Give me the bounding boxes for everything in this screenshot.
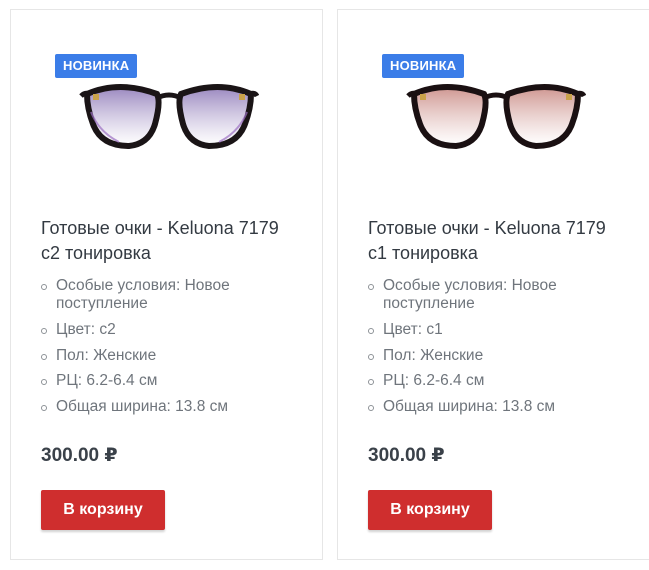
spec-text-cont: поступление bbox=[383, 295, 475, 312]
spec-text: Общая ширина: 13.8 см bbox=[56, 398, 229, 416]
bullet-icon bbox=[368, 405, 374, 412]
spec-text-cont: поступление bbox=[56, 295, 148, 312]
spec-item: Цвет: c2 bbox=[41, 321, 301, 339]
bullet-icon bbox=[41, 284, 47, 290]
product-title-line2[interactable]: c2 тонировка bbox=[41, 243, 151, 263]
spec-item: Пол: Женские bbox=[368, 347, 628, 365]
spec-text: РЦ: 6.2-6.4 см bbox=[56, 372, 158, 390]
product-title[interactable]: Готовые очки - Keluona 7179 c2 тонировка bbox=[41, 216, 311, 266]
product-specs: Особые условия: Новое поступление Цвет: c… bbox=[41, 277, 301, 424]
spec-text: Общая ширина: 13.8 см bbox=[383, 398, 556, 416]
spec-text: Особые условия: Новое bbox=[56, 277, 230, 294]
spec-item: Цвет: c1 bbox=[368, 321, 628, 339]
spec-text: Цвет: c2 bbox=[56, 320, 116, 338]
product-card[interactable]: НОВИНКА Готовые очки - Keluona 7179 c2 т… bbox=[10, 9, 323, 560]
product-specs: Особые условия: Новое поступление Цвет: c… bbox=[368, 277, 628, 424]
spec-text: Цвет: c1 bbox=[383, 320, 443, 338]
spec-item: Особые условия: Новое поступление bbox=[41, 277, 301, 313]
product-image-glasses-icon[interactable] bbox=[79, 72, 259, 172]
product-grid: НОВИНКА Готовые очки - Keluona 7179 c2 т… bbox=[0, 0, 649, 570]
product-title-line1[interactable]: Готовые очки - Keluona 7179 bbox=[41, 218, 279, 238]
spec-text: РЦ: 6.2-6.4 см bbox=[383, 372, 485, 390]
product-title-line2[interactable]: c1 тонировка bbox=[368, 243, 478, 263]
bullet-icon bbox=[41, 353, 47, 360]
bullet-icon bbox=[368, 379, 374, 386]
product-price: 300.00 ₽ bbox=[41, 445, 118, 466]
spec-text: Особые условия: Новое bbox=[383, 277, 557, 294]
spec-item: Общая ширина: 13.8 см bbox=[41, 398, 301, 416]
bullet-icon bbox=[368, 327, 374, 334]
product-image-glasses-icon[interactable] bbox=[406, 72, 586, 172]
spec-item: Особые условия: Новое поступление bbox=[368, 277, 628, 313]
bullet-icon bbox=[368, 353, 374, 360]
new-badge: НОВИНКА bbox=[382, 54, 465, 78]
spec-item: РЦ: 6.2-6.4 см bbox=[41, 372, 301, 390]
bullet-icon bbox=[368, 284, 374, 290]
bullet-icon bbox=[41, 327, 47, 334]
bullet-icon bbox=[41, 405, 47, 412]
product-price: 300.00 ₽ bbox=[368, 445, 445, 466]
product-card[interactable]: НОВИНКА Готовые очки - Keluona 7179 c1 т… bbox=[337, 9, 649, 560]
spec-item: РЦ: 6.2-6.4 см bbox=[368, 372, 628, 390]
add-to-cart-button[interactable]: В корзину bbox=[368, 490, 492, 530]
add-to-cart-button[interactable]: В корзину bbox=[41, 490, 165, 530]
spec-text: Пол: Женские bbox=[56, 346, 157, 364]
bullet-icon bbox=[41, 379, 47, 386]
spec-item: Пол: Женские bbox=[41, 347, 301, 365]
new-badge: НОВИНКА bbox=[55, 54, 138, 78]
spec-item: Общая ширина: 13.8 см bbox=[368, 398, 628, 416]
product-title-line1[interactable]: Готовые очки - Keluona 7179 bbox=[368, 218, 606, 238]
product-title[interactable]: Готовые очки - Keluona 7179 c1 тонировка bbox=[368, 216, 638, 266]
spec-text: Пол: Женские bbox=[383, 346, 484, 364]
